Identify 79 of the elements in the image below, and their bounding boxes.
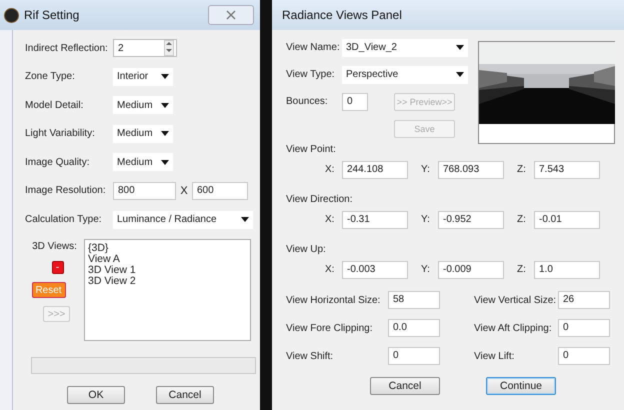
list-item[interactable]: View A xyxy=(88,254,247,266)
input-field[interactable]: 800 xyxy=(113,182,176,200)
field-label: View Aft Clipping: xyxy=(474,322,553,334)
field-label: View Fore Clipping: xyxy=(286,322,374,334)
input-field[interactable]: 244.108 xyxy=(342,160,408,178)
section-label: View Point: xyxy=(286,144,337,156)
caret-icon xyxy=(161,131,169,136)
dropdown[interactable]: Perspective xyxy=(342,66,468,84)
separator-label: X xyxy=(179,184,189,197)
input-field[interactable]: 600 xyxy=(192,182,248,200)
axis-label: X: xyxy=(325,164,336,175)
input-field[interactable]: 0 xyxy=(558,347,610,365)
caret-icon xyxy=(161,102,169,108)
axis-label: Z: xyxy=(517,264,527,275)
input-field[interactable]: 0 xyxy=(558,319,610,337)
section-label: View Direction: xyxy=(286,194,354,206)
caret-icon xyxy=(456,45,464,50)
dropdown[interactable]: Interior xyxy=(113,68,173,86)
field-label: 3D Views: xyxy=(32,241,77,252)
field-label: Light Variability: xyxy=(25,128,96,140)
spin-arrows-icon[interactable] xyxy=(164,40,174,56)
caret-icon xyxy=(241,217,249,222)
dropdown[interactable]: Medium xyxy=(113,124,173,143)
field-label: Model Detail: xyxy=(25,100,84,111)
field-label: Image Quality: xyxy=(25,156,90,168)
button[interactable]: Continue xyxy=(486,377,556,395)
caret-icon xyxy=(161,160,169,165)
dropdown[interactable]: 3D_View_2 xyxy=(342,38,468,56)
app-icon xyxy=(4,8,19,22)
close-button[interactable] xyxy=(208,5,254,25)
list-box[interactable]: {3D} View A 3D View 1 3D View 2 xyxy=(84,239,251,342)
axis-label: Y: xyxy=(421,264,431,275)
button[interactable]: - xyxy=(52,261,64,274)
field-label: View Horizontal Size: xyxy=(286,294,382,306)
axis-label: X: xyxy=(325,214,336,225)
axis-label: Y: xyxy=(421,164,431,175)
list-item[interactable]: {3D} xyxy=(88,243,247,254)
input-field[interactable]: 26 xyxy=(558,291,610,309)
input-field[interactable]: -0.003 xyxy=(342,260,408,278)
field-label: Zone Type: xyxy=(25,71,76,82)
axis-label: Y: xyxy=(421,214,431,225)
caret-icon xyxy=(161,74,169,80)
input-field[interactable]: 1.0 xyxy=(534,260,600,278)
dropdown[interactable]: Luminance / Radiance xyxy=(113,210,253,229)
axis-label: Z: xyxy=(517,164,527,175)
list-item[interactable]: 3D View 1 xyxy=(88,265,247,276)
input-field[interactable]: -0.31 xyxy=(342,210,408,228)
input-field[interactable]: -0.952 xyxy=(438,210,504,228)
field-label: View Lift: xyxy=(474,350,516,362)
field-label: View Vertical Size: xyxy=(474,294,558,306)
button[interactable]: Cancel xyxy=(370,377,440,395)
field-label: View Type: xyxy=(286,69,336,80)
field-label: Calculation Type: xyxy=(25,214,103,226)
input-field[interactable]: 0 xyxy=(342,92,368,110)
input-field[interactable]: 768.093 xyxy=(438,160,504,178)
axis-label: X: xyxy=(325,264,336,275)
field-label: Image Resolution: xyxy=(25,185,107,196)
input-field[interactable]: -0.009 xyxy=(438,260,504,278)
list-item[interactable]: 3D View 2 xyxy=(88,276,247,288)
input-field[interactable]: -0.01 xyxy=(534,210,600,228)
field-label: Indirect Reflection: xyxy=(25,42,109,54)
caret-icon xyxy=(456,72,464,77)
close-icon[interactable] xyxy=(226,10,236,20)
section-label: View Up: xyxy=(286,244,327,256)
field-label: View Name: xyxy=(286,42,341,53)
axis-label: Z: xyxy=(517,214,527,225)
dropdown[interactable]: Medium xyxy=(113,96,173,114)
input-field[interactable]: 58 xyxy=(388,291,440,309)
field-label: View Shift: xyxy=(286,350,334,362)
input-field[interactable]: 0.0 xyxy=(388,319,440,337)
spin-field[interactable]: 2 xyxy=(113,39,177,57)
window-title: Radiance Views Panel xyxy=(282,8,402,22)
field-label: Bounces: xyxy=(286,96,329,107)
window-title: Rif Setting xyxy=(24,8,80,22)
dropdown[interactable]: Medium xyxy=(113,153,173,172)
input-field[interactable]: 0 xyxy=(388,347,440,365)
button[interactable]: OK xyxy=(67,386,125,404)
input-field[interactable]: 7.543 xyxy=(534,160,600,178)
button[interactable]: Cancel xyxy=(156,386,214,404)
